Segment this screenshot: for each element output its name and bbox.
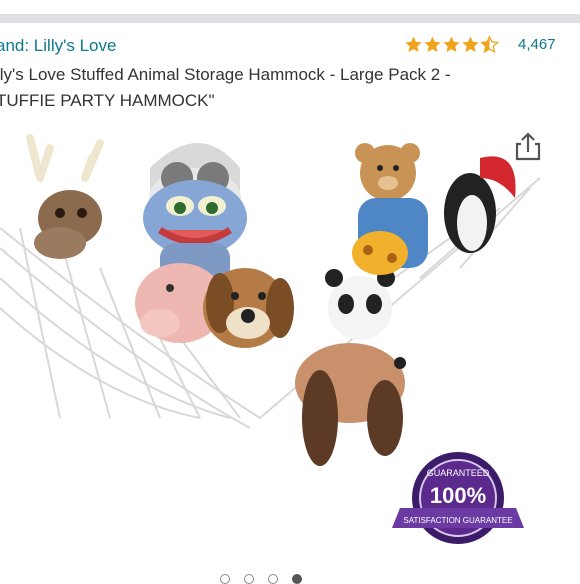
gallery-dot[interactable] bbox=[220, 574, 230, 584]
giraffe-plush bbox=[352, 231, 408, 275]
star-icon bbox=[462, 36, 479, 52]
product-image[interactable]: GUARANTEED 100% SATISFACTION GUARANTEE bbox=[0, 118, 580, 570]
star-icon bbox=[405, 36, 422, 52]
gallery-dot[interactable] bbox=[268, 574, 278, 584]
gallery-dot-active[interactable] bbox=[292, 574, 302, 584]
star-icon bbox=[443, 36, 460, 52]
badge-ribbon-text: SATISFACTION GUARANTEE bbox=[403, 516, 512, 525]
top-divider bbox=[0, 14, 580, 23]
frog-plush bbox=[143, 143, 247, 283]
moose-plush bbox=[26, 134, 104, 259]
gallery-dot[interactable] bbox=[244, 574, 254, 584]
star-icon bbox=[424, 36, 441, 52]
share-icon bbox=[515, 132, 541, 161]
badge-center-text: 100% bbox=[430, 483, 486, 508]
review-count[interactable]: 4,467 bbox=[518, 36, 556, 53]
guarantee-badge: GUARANTEED 100% SATISFACTION GUARANTEE bbox=[392, 452, 524, 544]
star-rating bbox=[404, 35, 499, 54]
hanging-dog-plush bbox=[295, 343, 406, 466]
share-button[interactable] bbox=[506, 126, 550, 166]
dog-plush bbox=[203, 268, 294, 348]
product-title: lly's Love Stuffed Animal Storage Hammoc… bbox=[0, 62, 576, 114]
star-half-icon bbox=[480, 35, 499, 54]
panda-plush bbox=[325, 269, 395, 340]
product-title-line-2: TUFFIE PARTY HAMMOCK" bbox=[0, 91, 215, 110]
brand-link[interactable]: and: Lilly's Love bbox=[0, 36, 116, 56]
rating-summary[interactable]: 4,467 bbox=[404, 35, 556, 54]
gallery-pagination bbox=[220, 574, 302, 584]
product-title-line-1: lly's Love Stuffed Animal Storage Hammoc… bbox=[0, 65, 451, 84]
badge-top-text: GUARANTEED bbox=[427, 468, 490, 478]
penguin-plush bbox=[444, 156, 516, 253]
